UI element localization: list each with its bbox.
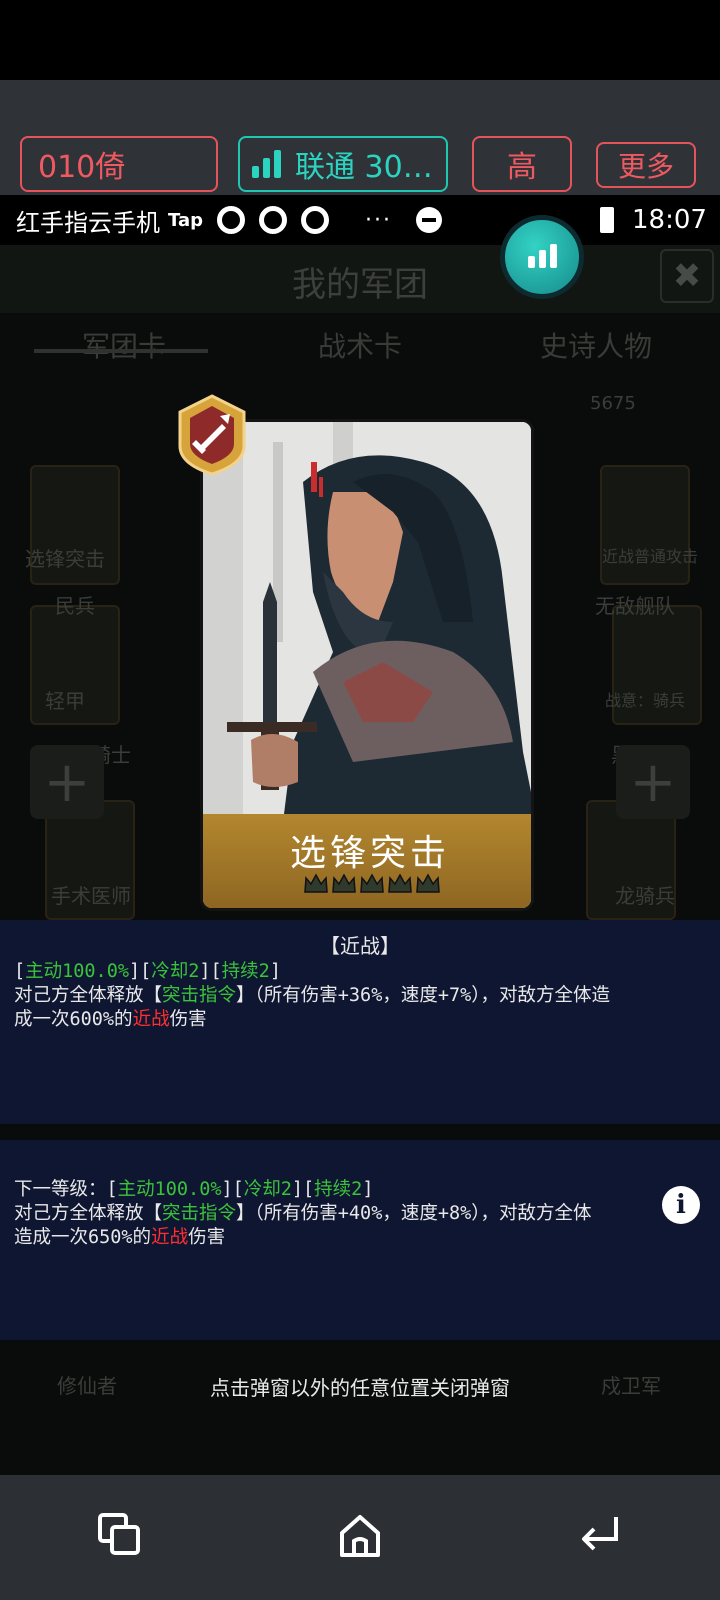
- crown-icon: [360, 873, 384, 893]
- add-unit-icon[interactable]: +: [616, 745, 690, 819]
- unit-tag: 战意：骑兵: [604, 691, 685, 710]
- q-notification-icon: [259, 206, 287, 234]
- damage-type: 近战: [132, 1009, 170, 1030]
- skill-keyword: 突击指令: [162, 985, 237, 1006]
- crown-rating: [303, 872, 441, 896]
- unit-card[interactable]: [600, 465, 690, 585]
- card-artwork: [203, 422, 531, 822]
- crown-icon: [304, 873, 328, 893]
- status-app-name: 红手指云手机: [16, 208, 160, 237]
- unit-tag: 选锋突击: [25, 547, 105, 571]
- tap-icon: Tap: [168, 209, 203, 231]
- q-notification-icon: [301, 206, 329, 234]
- device-label: 010倚: [38, 150, 126, 185]
- recent-apps-icon[interactable]: [96, 1511, 144, 1559]
- next-level-damage-line: 造成一次650%的近战伤害: [14, 1227, 226, 1248]
- tab-legion-cards[interactable]: 军团卡: [24, 325, 224, 365]
- next-level-description: 下一等级：[主动100.0%][冷却2][持续2] 对己方全体释放【突击指令】（…: [14, 1178, 654, 1250]
- sword-icon: [178, 394, 246, 476]
- navigation-bar: [0, 1475, 720, 1600]
- skill-damage-line: 成一次600%的近战伤害: [14, 1009, 207, 1030]
- active-tag: 主动100.0%: [25, 961, 129, 982]
- skill-keyword: 突击指令: [162, 1203, 237, 1224]
- close-hint: 点击弹窗以外的任意位置关闭弹窗: [210, 1376, 510, 1400]
- info-icon[interactable]: i: [662, 1186, 700, 1224]
- battery-icon: [600, 207, 614, 233]
- status-bar: 红手指云手机 Tap ··· 18:07: [0, 195, 720, 245]
- signal-icon: [252, 150, 281, 178]
- unit-tag: 近战普通攻击: [601, 547, 698, 566]
- skill-description: [主动100.0%][冷却2][持续2] 对己方全体释放【突击指令】（所有伤害+…: [14, 960, 704, 1032]
- q-notification-icon: [217, 206, 245, 234]
- duration-tag: 持续2: [314, 1179, 363, 1200]
- skill-tags-line: [主动100.0%][冷却2][持续2]: [14, 961, 281, 982]
- game-title: 我的军团: [292, 265, 428, 305]
- top-black-bar: [0, 0, 720, 80]
- unit-name: 手术医师: [51, 884, 131, 908]
- skill-category: 【近战】: [320, 934, 400, 958]
- card-name: 选锋突击: [289, 833, 450, 874]
- active-tag: 主动100.0%: [117, 1179, 222, 1200]
- add-unit-icon[interactable]: +: [30, 745, 104, 819]
- do-not-disturb-icon: [415, 207, 442, 233]
- unit-name: 龙骑兵: [615, 884, 675, 908]
- device-button[interactable]: 010倚: [20, 136, 218, 192]
- unit-name: 民兵: [55, 594, 95, 618]
- cooldown-tag: 冷却2: [243, 1179, 292, 1200]
- tab-tactic-cards[interactable]: 战术卡: [260, 325, 460, 365]
- cooldown-tag: 冷却2: [151, 961, 200, 982]
- network-button[interactable]: 联通 30…: [238, 136, 448, 192]
- tab-epic-heroes[interactable]: 史诗人物: [496, 325, 696, 365]
- back-icon[interactable]: [576, 1511, 624, 1559]
- coin-count: 5675: [590, 393, 636, 414]
- duration-tag: 持续2: [221, 961, 270, 982]
- network-label: 联通 30…: [295, 150, 433, 185]
- next-level-effect-line: 对己方全体释放【突击指令】（所有伤害+40%，速度+8%），对敌方全体: [14, 1203, 592, 1224]
- skill-card: 选锋突击: [200, 419, 534, 911]
- crown-icon: [416, 873, 440, 893]
- game-header: 我的军团 ✖: [0, 245, 720, 313]
- next-level-panel: 下一等级：[主动100.0%][冷却2][持续2] 对己方全体释放【突击指令】（…: [0, 1140, 720, 1340]
- close-icon[interactable]: ✖: [660, 249, 714, 303]
- status-time: 18:07: [632, 205, 707, 235]
- crown-icon: [388, 873, 412, 893]
- more-button[interactable]: 更多: [596, 142, 696, 188]
- skill-description-panel: 【近战】 [主动100.0%][冷却2][持续2] 对己方全体释放【突击指令】（…: [0, 920, 720, 1124]
- home-icon[interactable]: [336, 1511, 384, 1559]
- cloud-toolbar: 010倚 联通 30… 高 更多: [0, 80, 720, 195]
- active-tab-indicator: [34, 349, 208, 353]
- unit-name: 无敌舰队: [595, 594, 675, 618]
- more-label: 更多: [617, 150, 674, 183]
- quality-button[interactable]: 高: [472, 136, 572, 192]
- skill-effect-line: 对己方全体释放【突击指令】（所有伤害+36%，速度+7%），对敌方全体造: [14, 985, 610, 1006]
- crown-icon: [332, 873, 356, 893]
- card-name-band: 选锋突击: [203, 814, 531, 908]
- quality-label: 高: [507, 150, 537, 185]
- more-notifications-icon: ···: [365, 207, 392, 233]
- floating-menu-button[interactable]: [500, 215, 584, 299]
- next-level-tags-line: 下一等级：[主动100.0%][冷却2][持续2]: [14, 1179, 374, 1200]
- damage-type: 近战: [151, 1227, 189, 1248]
- unit-tag: 轻甲: [45, 689, 85, 713]
